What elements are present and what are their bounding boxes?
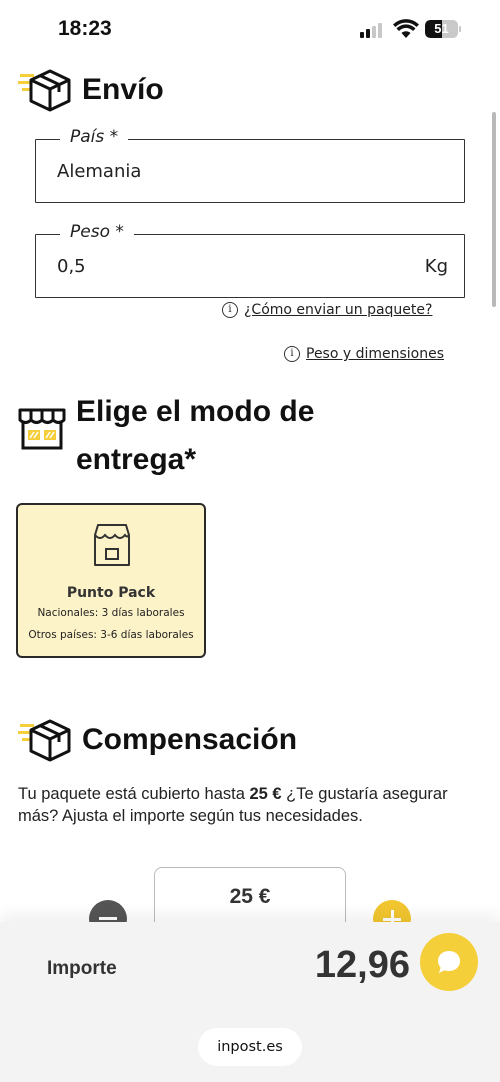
how-to-send-link[interactable]: i ¿Cómo enviar un paquete?: [222, 302, 432, 318]
shipping-section-header: Envío: [18, 68, 164, 112]
country-field-value[interactable]: Alemania: [57, 161, 141, 182]
package-box-icon: [18, 69, 71, 112]
how-to-send-label[interactable]: ¿Cómo enviar un paquete?: [244, 302, 432, 318]
url-bar[interactable]: inpost.es: [198, 1028, 302, 1066]
info-icon: i: [284, 346, 300, 362]
weight-dimensions-label[interactable]: Peso y dimensiones: [306, 346, 444, 362]
country-field[interactable]: País * Alemania: [35, 127, 465, 203]
total-label: Importe: [47, 958, 117, 979]
signal-icon: [360, 22, 386, 38]
status-bar: 18:23 51: [0, 0, 500, 60]
chat-button[interactable]: [420, 933, 478, 991]
compensation-section-header: Compensación: [18, 718, 297, 762]
compensation-amount: 25 €: [249, 785, 282, 803]
compensation-title: Compensación: [82, 723, 298, 756]
delivery-title: Elige el modo de entrega*: [76, 388, 314, 484]
chat-bubble-icon: [438, 951, 460, 973]
battery-icon: 51: [425, 20, 461, 38]
delivery-option-national: Nacionales: 3 días laborales: [37, 607, 185, 619]
country-field-label: País *: [60, 127, 129, 147]
shipping-title: Envío: [82, 73, 164, 106]
pickup-point-icon: [94, 524, 130, 566]
storefront-icon: [18, 408, 66, 450]
delivery-option-punto-pack[interactable]: Punto Pack Nacionales: 3 días laborales …: [16, 503, 206, 658]
status-time: 18:23: [58, 17, 112, 40]
wifi-icon: [393, 19, 419, 38]
battery-percent: 51: [434, 21, 449, 36]
info-icon: i: [222, 302, 238, 318]
weight-dimensions-link[interactable]: i Peso y dimensiones: [284, 346, 444, 362]
delivery-section-header: Elige el modo de entrega*: [18, 388, 314, 484]
total-amount: 12,96: [314, 944, 410, 986]
compensation-text-before: Tu paquete está cubierto hasta: [18, 785, 250, 803]
package-box-icon: [18, 719, 71, 762]
delivery-title-line1: Elige el modo de: [76, 395, 315, 428]
weight-unit: Kg: [424, 256, 448, 277]
scroll-indicator[interactable]: [492, 112, 496, 307]
weight-field-label: Peso *: [60, 222, 134, 242]
bottom-total-bar: Importe 12,96 inpost.es: [0, 922, 500, 1082]
weight-field[interactable]: Peso * 0,5 Kg: [35, 222, 465, 298]
weight-field-value[interactable]: 0,5: [57, 256, 86, 277]
compensation-description: Tu paquete está cubierto hasta 25 € ¿Te …: [18, 783, 488, 827]
delivery-option-other: Otros países: 3-6 días laborales: [28, 629, 194, 641]
delivery-option-title: Punto Pack: [66, 585, 156, 601]
stepper-value: 25 €: [229, 885, 271, 908]
delivery-title-line2: entrega*: [76, 443, 197, 476]
